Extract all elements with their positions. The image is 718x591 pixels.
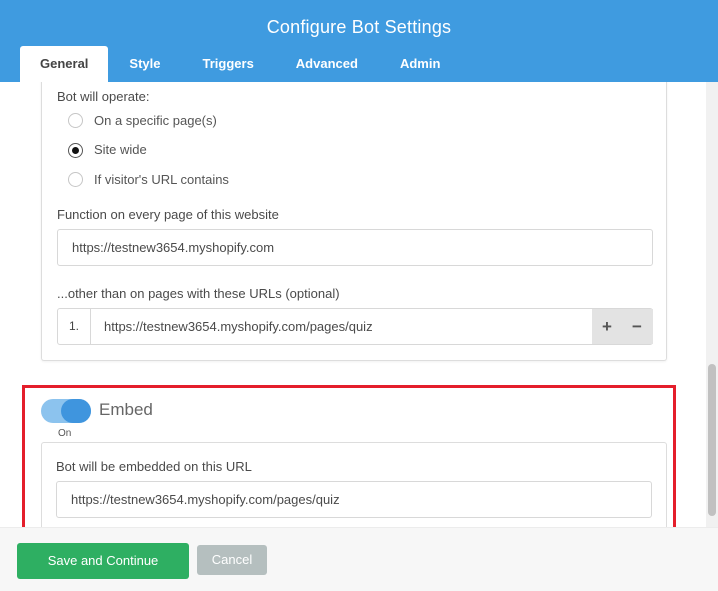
dialog-header: Configure Bot Settings General Style Tri… xyxy=(0,0,718,82)
radio-url-contains[interactable] xyxy=(68,172,83,187)
tab-style[interactable]: Style xyxy=(108,46,181,82)
tab-triggers[interactable]: Triggers xyxy=(182,46,275,82)
add-url-button[interactable]: + xyxy=(592,309,622,344)
exclusions-label: ...other than on pages with these URLs (… xyxy=(57,286,340,301)
tab-bar: General Style Triggers Advanced Admin xyxy=(20,46,461,82)
tab-general[interactable]: General xyxy=(20,46,109,82)
highlight-box xyxy=(22,385,676,527)
remove-url-button[interactable]: − xyxy=(622,309,652,344)
dialog-footer: Save and Continue Cancel xyxy=(0,527,718,591)
radio-url-contains-label[interactable]: If visitor's URL contains xyxy=(94,172,229,187)
exclusion-row-number: 1. xyxy=(58,309,91,344)
radio-specific-pages[interactable] xyxy=(68,113,83,128)
radio-site-wide[interactable] xyxy=(68,143,83,158)
exclusion-row-actions: + − xyxy=(592,309,653,344)
tab-advanced[interactable]: Advanced xyxy=(275,46,379,82)
scrollbar-thumb[interactable] xyxy=(708,364,716,516)
cancel-button[interactable]: Cancel xyxy=(197,545,267,575)
settings-content[interactable]: Bot will operate: On a specific page(s) … xyxy=(0,82,706,527)
operate-card: Bot will operate: On a specific page(s) … xyxy=(41,82,667,361)
exclusion-url-row: 1. https://testnew3654.myshopify.com/pag… xyxy=(57,308,653,345)
tab-admin[interactable]: Admin xyxy=(379,46,461,82)
exclusion-url-input[interactable]: https://testnew3654.myshopify.com/pages/… xyxy=(91,309,591,344)
site-url-label: Function on every page of this website xyxy=(57,207,279,222)
dialog-title: Configure Bot Settings xyxy=(266,17,452,37)
save-and-continue-button[interactable]: Save and Continue xyxy=(17,543,189,579)
scrollbar[interactable] xyxy=(706,82,718,527)
site-url-input[interactable]: https://testnew3654.myshopify.com xyxy=(57,229,653,266)
radio-site-wide-label[interactable]: Site wide xyxy=(94,142,147,157)
operate-heading: Bot will operate: xyxy=(57,89,150,104)
radio-specific-pages-label[interactable]: On a specific page(s) xyxy=(94,113,217,128)
